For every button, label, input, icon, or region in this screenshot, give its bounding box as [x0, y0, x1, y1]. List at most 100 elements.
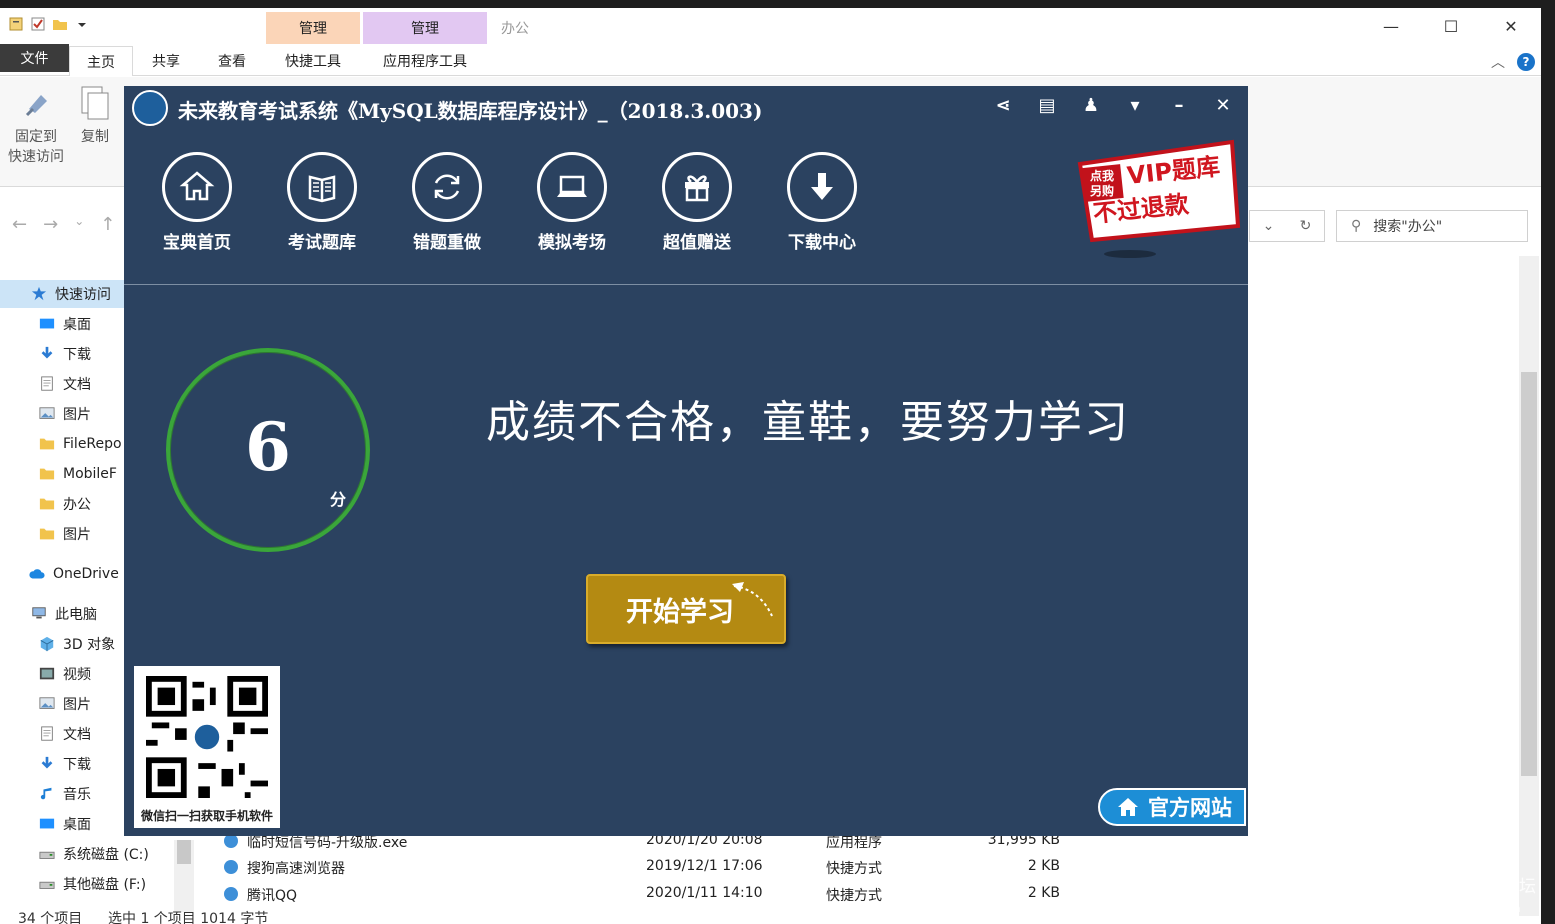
- address-dropdown-icon[interactable]: ⌄: [1250, 211, 1287, 241]
- official-site-label: 官方网站: [1148, 796, 1232, 820]
- minimize-icon[interactable]: –: [1168, 94, 1190, 116]
- search-icon: ⚲: [1351, 218, 1362, 234]
- copy-label: 复制: [81, 129, 109, 145]
- pin-quick-access-button[interactable]: 固定到 快速访问: [8, 85, 64, 167]
- file-date: 2020/1/11 14:10: [646, 885, 763, 901]
- manage-context-tab-2[interactable]: 管理: [363, 12, 487, 44]
- sidebar-item-label: 音乐: [63, 787, 91, 803]
- toolbar-item-circle: [787, 152, 857, 222]
- up-icon[interactable]: ↑: [100, 214, 115, 235]
- sidebar-item[interactable]: 其他磁盘 (F:): [0, 870, 196, 898]
- desktop-icon: [39, 818, 55, 829]
- download-icon: [41, 756, 53, 769]
- toolbar-item-circle: [537, 152, 607, 222]
- toolbar-item[interactable]: 考试题库: [285, 152, 359, 253]
- collapse-ribbon-icon[interactable]: ︿: [1491, 52, 1505, 72]
- download-icon: [41, 346, 53, 359]
- exam-app-window: 未来教育考试系统《MySQL数据库程序设计》_（2018.3.003) ⋖ ▤ …: [124, 86, 1248, 836]
- toolbar-item[interactable]: 错题重做: [410, 152, 484, 253]
- properties-icon[interactable]: [8, 16, 24, 32]
- refresh-icon[interactable]: ↻: [1287, 211, 1324, 241]
- nav-arrows: ← → ⌄ ↑: [12, 214, 115, 235]
- tab-share[interactable]: 共享: [133, 46, 199, 76]
- computer-icon: [32, 607, 46, 619]
- tab-file[interactable]: 文件: [0, 44, 69, 72]
- share-icon[interactable]: ⋖: [992, 94, 1014, 116]
- search-placeholder: 搜索"办公": [1373, 219, 1443, 235]
- qr-code-panel: 微信扫一扫获取手机软件: [134, 666, 280, 828]
- status-bar: 34 个项目 选中 1 个项目 1014 字节: [0, 908, 1541, 924]
- sidebar-item-label: MobileF: [63, 466, 117, 482]
- address-controls: ⌄ ↻: [1249, 210, 1325, 242]
- folder-icon: [39, 528, 55, 540]
- corner-arrow-icon: [732, 582, 773, 617]
- file-name: 搜狗高速浏览器: [247, 861, 345, 877]
- gift-icon: [685, 175, 709, 202]
- minimize-button[interactable]: —: [1361, 8, 1421, 44]
- maximize-button[interactable]: ☐: [1421, 8, 1481, 44]
- toolbar-item-label: 超值赠送: [663, 233, 731, 253]
- nav-scroll-thumb[interactable]: [177, 840, 191, 864]
- main-scrollbar[interactable]: [1519, 256, 1539, 916]
- file-size: 2 KB: [1027, 885, 1060, 901]
- sidebar-item-label: 下载: [63, 347, 91, 363]
- app-window-controls: ⋖ ▤ ♟ ▾ – ✕: [992, 94, 1234, 116]
- book-icon: [308, 175, 336, 203]
- app-logo: [132, 90, 168, 126]
- sidebar-item-label: 图片: [63, 527, 91, 543]
- sidebar-item-label: 视频: [63, 667, 91, 683]
- home-icon: [1118, 798, 1138, 816]
- vip-badge[interactable]: 点我 另购 VIP题库 不过退款: [1072, 136, 1242, 258]
- video-icon: [39, 667, 55, 680]
- desktop-icon: [39, 318, 55, 329]
- sidebar-item[interactable]: 系统磁盘 (C:): [0, 840, 196, 868]
- tab-shortcut-tools[interactable]: 快捷工具: [266, 46, 360, 76]
- skin-icon[interactable]: ♟: [1080, 94, 1102, 116]
- home-icon: [179, 171, 215, 201]
- score-value: 6: [245, 408, 291, 486]
- copy-button[interactable]: 复制: [78, 85, 112, 147]
- checkbox-icon[interactable]: [30, 16, 46, 32]
- cube-icon: [40, 636, 54, 652]
- explorer-titlebar: 管理 管理 办公 — ☐ ✕: [0, 8, 1541, 44]
- tab-view[interactable]: 查看: [199, 46, 265, 76]
- laptop-icon: [557, 175, 587, 197]
- manage-context-tab-1[interactable]: 管理: [266, 12, 360, 44]
- toolbar-item-circle: [287, 152, 357, 222]
- forward-icon[interactable]: →: [43, 214, 58, 235]
- toolbar-item[interactable]: 模拟考场: [535, 152, 609, 253]
- cloud-icon: [29, 569, 45, 579]
- search-input[interactable]: ⚲ 搜索"办公": [1336, 210, 1528, 242]
- official-site-button[interactable]: 官方网站: [1098, 788, 1246, 826]
- start-learning-button[interactable]: 开始学习: [586, 574, 786, 644]
- recent-chevron-icon[interactable]: ⌄: [74, 214, 84, 235]
- file-row[interactable]: 搜狗高速浏览器 2019/12/1 17:06 快捷方式 2 KB: [220, 854, 1080, 880]
- folder-icon: [39, 438, 55, 450]
- toolbar-item-circle: [162, 152, 232, 222]
- help-icon[interactable]: ?: [1517, 53, 1535, 71]
- tab-app-tools[interactable]: 应用程序工具: [363, 46, 487, 76]
- nav-scrollbar[interactable]: [174, 840, 194, 912]
- main-scroll-thumb[interactable]: [1521, 372, 1537, 776]
- toolbar-item[interactable]: 下载中心: [785, 152, 859, 253]
- sidebar-item-label: 快速访问: [55, 287, 111, 303]
- file-icon: [224, 887, 238, 901]
- new-folder-icon[interactable]: [52, 16, 68, 32]
- menu-icon[interactable]: ▾: [1124, 94, 1146, 116]
- close-button[interactable]: ✕: [1481, 8, 1541, 44]
- sidebar-item-label: OneDrive: [53, 566, 119, 582]
- file-row[interactable]: 腾讯QQ 2020/1/11 14:10 快捷方式 2 KB: [220, 881, 1080, 907]
- message-icon[interactable]: ▤: [1036, 94, 1058, 116]
- back-icon[interactable]: ←: [12, 214, 27, 235]
- tab-home[interactable]: 主页: [69, 46, 133, 76]
- toolbar-item-circle: [662, 152, 732, 222]
- star-icon: [31, 286, 47, 301]
- chevron-down-icon[interactable]: [74, 16, 90, 32]
- close-icon[interactable]: ✕: [1212, 94, 1234, 116]
- toolbar-item[interactable]: 超值赠送: [660, 152, 734, 253]
- app-divider: [124, 284, 1248, 285]
- qr-code-icon: [146, 676, 268, 798]
- toolbar-item[interactable]: 宝典首页: [160, 152, 234, 253]
- sidebar-item-label: 此电脑: [55, 607, 97, 623]
- watermark-line1: 吾爱破解论坛: [1434, 877, 1536, 897]
